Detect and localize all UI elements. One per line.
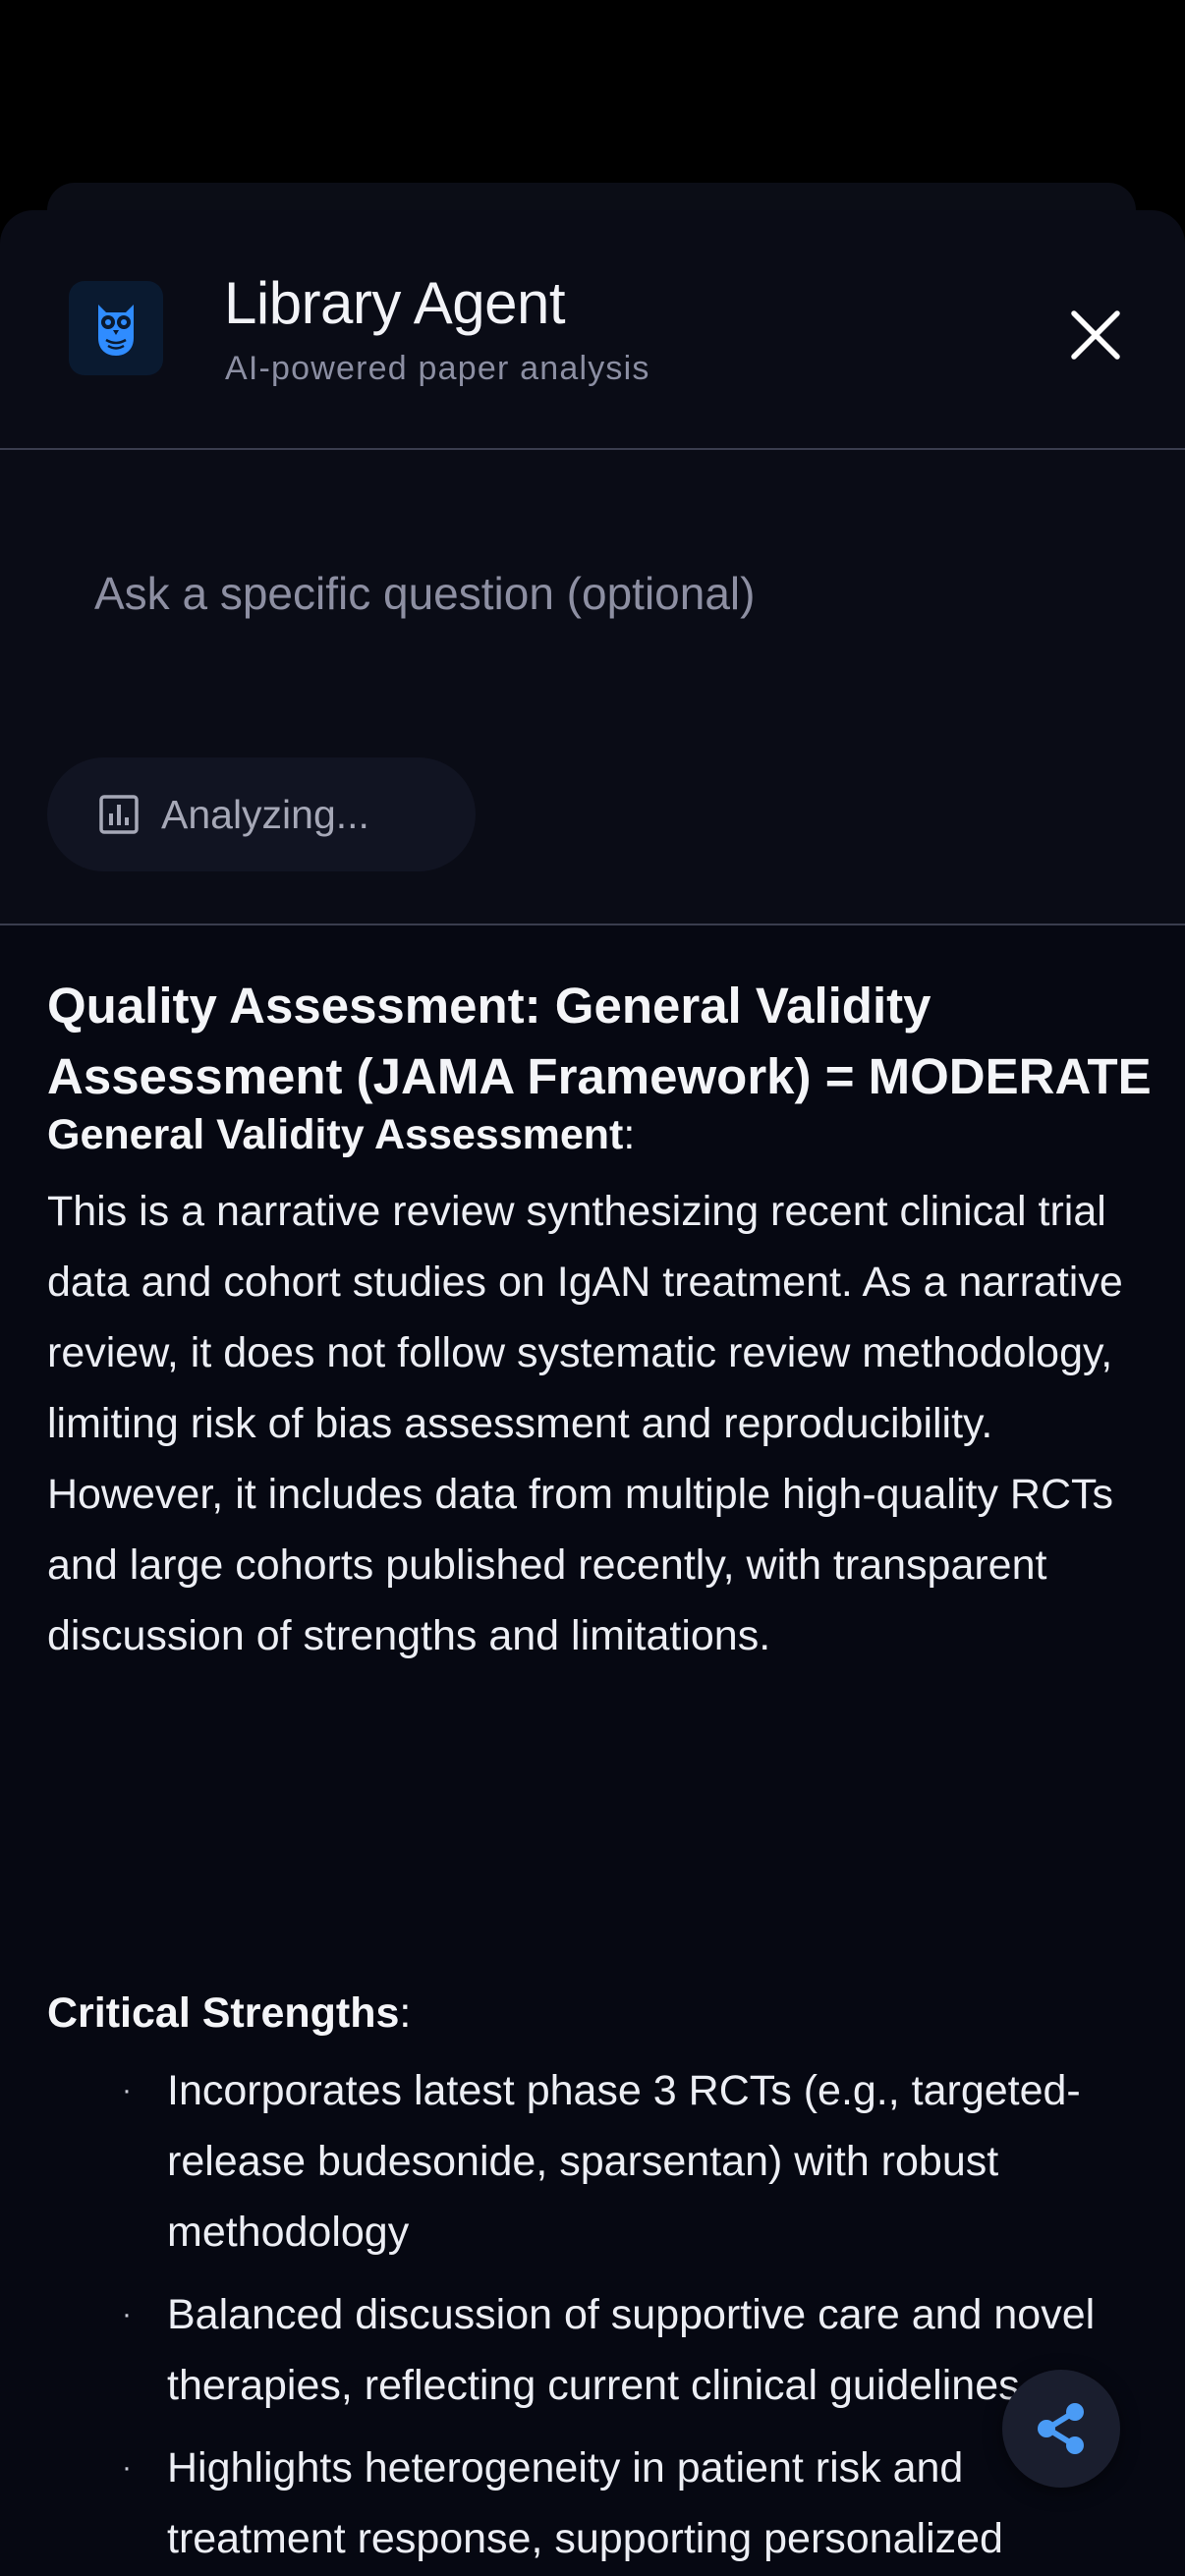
analysis-result: Quality Assessment: General Validity Ass… [0, 925, 1185, 2576]
validity-section-label: General Validity Assessment: [47, 1105, 635, 1164]
share-button[interactable] [1002, 2370, 1120, 2488]
strength-text: Balanced discussion of supportive care a… [167, 2291, 1096, 2409]
question-input[interactable] [59, 534, 1126, 652]
owl-icon [69, 281, 163, 375]
analyze-button[interactable]: Analyzing... [47, 757, 476, 871]
bullet-dot: · [122, 2074, 132, 2106]
bullet-dot: · [122, 2451, 132, 2484]
strengths-label-colon: : [399, 1989, 412, 2037]
validity-label-text: General Validity Assessment [47, 1111, 624, 1158]
list-item: · Balanced discussion of supportive care… [0, 2279, 1140, 2421]
close-icon [1071, 310, 1120, 360]
validity-label-colon: : [623, 1111, 636, 1158]
strengths-list: · Incorporates latest phase 3 RCTs (e.g.… [0, 2055, 1185, 2576]
list-item: · Incorporates latest phase 3 RCTs (e.g.… [0, 2055, 1140, 2268]
sheet-subtitle: AI-powered paper analysis [225, 350, 650, 387]
bullet-dot: · [122, 2298, 132, 2330]
list-item: · Highlights heterogeneity in patient ri… [0, 2433, 1140, 2576]
result-heading: Quality Assessment: General Validity Ass… [47, 978, 1152, 1104]
strength-text: Highlights heterogeneity in patient risk… [167, 2444, 1003, 2562]
validity-paragraph: This is a narrative review synthesizing … [47, 1188, 1123, 1659]
header-divider [0, 448, 1185, 450]
analyze-button-label: Analyzing... [161, 791, 369, 837]
strengths-section-label: Critical Strengths: [47, 1984, 411, 2043]
strength-text: Incorporates latest phase 3 RCTs (e.g., … [167, 2067, 1081, 2256]
strengths-label-text: Critical Strengths [47, 1989, 400, 2037]
bar-chart-icon [99, 795, 139, 834]
share-icon [1038, 2403, 1084, 2454]
close-button[interactable] [1061, 301, 1130, 369]
sheet-header: Library Agent AI-powered paper analysis [0, 210, 1185, 448]
library-agent-sheet: Library Agent AI-powered paper analysis … [0, 210, 1185, 2576]
sheet-title: Library Agent [224, 270, 566, 336]
